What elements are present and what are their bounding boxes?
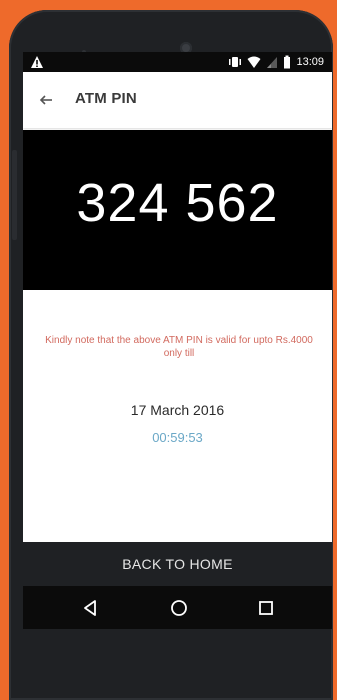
validity-date: 17 March 2016	[130, 402, 225, 418]
app-bar: ATM PIN	[23, 72, 332, 128]
countdown-timer: 00:59:53	[152, 430, 203, 445]
page-title: ATM PIN	[75, 90, 137, 107]
status-bar: 13:09	[23, 52, 332, 72]
back-arrow-icon[interactable]	[37, 91, 55, 109]
status-time: 13:09	[296, 56, 324, 68]
side-button	[12, 150, 17, 240]
signal-icon	[267, 57, 278, 68]
wifi-icon	[247, 56, 261, 68]
navigation-bar	[23, 586, 332, 629]
atm-pin-value: 324 562	[76, 173, 279, 233]
warning-icon	[31, 56, 43, 68]
vibrate-icon	[229, 57, 242, 67]
pin-panel: 324 562	[23, 130, 332, 290]
status-icons: 13:09	[228, 54, 324, 70]
screen: 13:09 ATM PIN 324 562 Kindly note that t…	[23, 52, 332, 629]
recents-square-icon[interactable]	[256, 598, 276, 618]
validity-notice: Kindly note that the above ATM PIN is va…	[45, 335, 313, 359]
battery-icon	[284, 55, 291, 69]
back-triangle-icon[interactable]	[81, 598, 101, 618]
home-circle-icon[interactable]	[169, 598, 189, 618]
back-to-home-button[interactable]: BACK TO HOME	[23, 542, 332, 586]
